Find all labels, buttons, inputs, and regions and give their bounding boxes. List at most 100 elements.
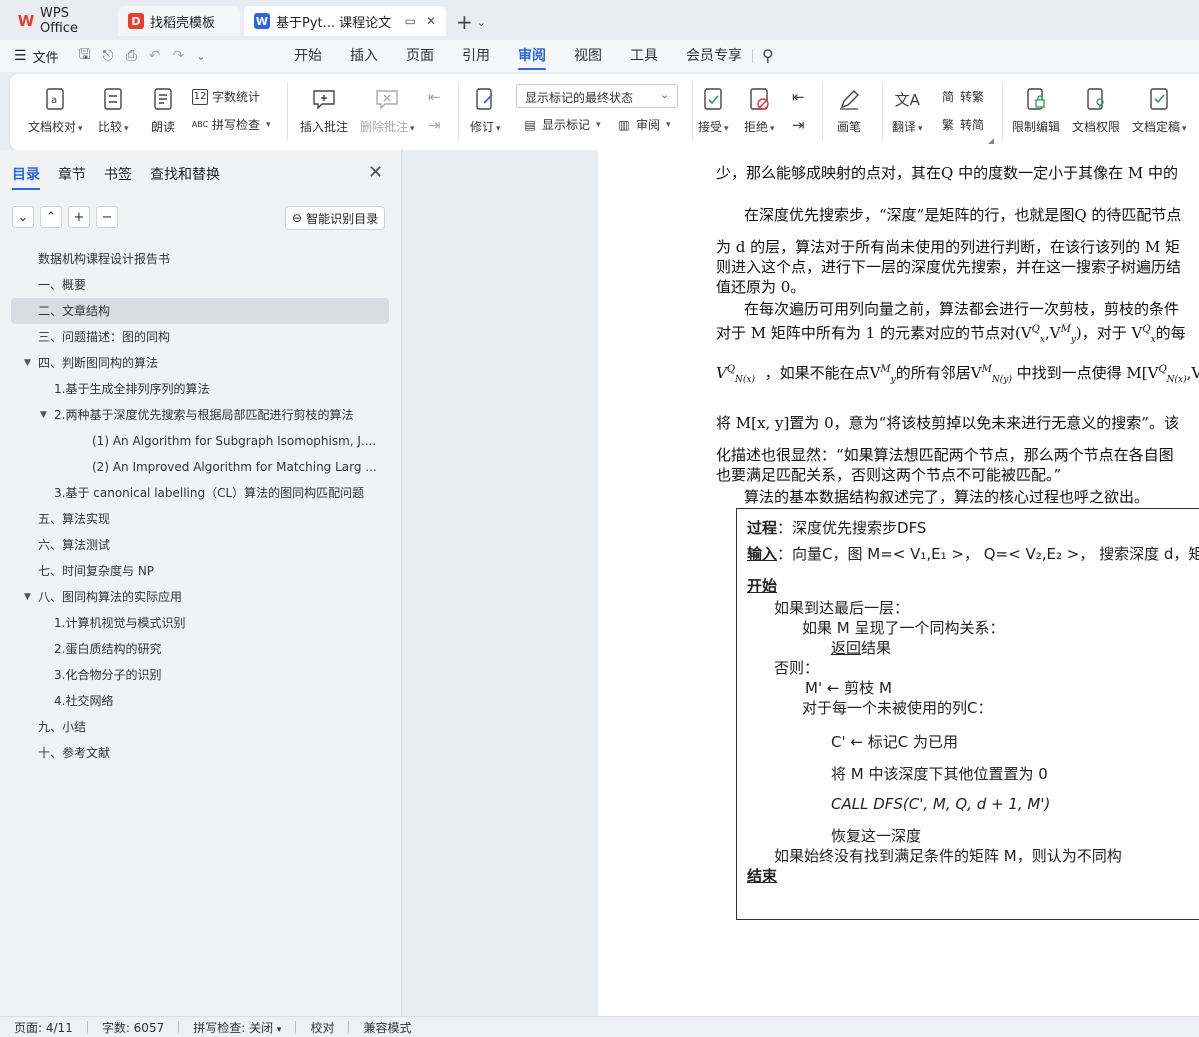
toc-item[interactable]: 数据机构课程设计报告书	[0, 246, 402, 272]
toc-item[interactable]: (1) An Algorithm for Subgraph Isomophism…	[0, 428, 402, 454]
nav-tab-bookmarks[interactable]: 书签	[104, 164, 132, 184]
delete-comment-button[interactable]: 删除批注 ▾	[360, 86, 415, 135]
toc-item[interactable]: 3.基于 canonical labelling（CL）算法的图同构匹配问题	[0, 480, 402, 506]
show-markup-button[interactable]: ▤ 显示标记 ▾	[522, 116, 600, 133]
smart-toc-button[interactable]: ⊖ 智能识别目录	[285, 206, 386, 230]
save-icon[interactable]: 🖫	[79, 44, 91, 68]
toc-list: 数据机构课程设计报告书 一、概要 二、文章结构 三、问题描述：图的同构 ▼ 四、判断图同构…	[0, 246, 402, 766]
more-chevron-icon[interactable]: ⌄	[196, 50, 205, 63]
doc-text: ，如果不能在点V	[764, 364, 881, 382]
tab-insert[interactable]: 插入	[336, 40, 392, 72]
tab-member[interactable]: 会员专享	[672, 40, 756, 72]
ribbon-divider	[692, 82, 693, 140]
tab-document-label: 基于Pyt... 课程论文	[276, 15, 392, 31]
add-heading-button[interactable]: +	[68, 206, 90, 228]
tab-template[interactable]: D 找稻壳模板	[118, 6, 240, 36]
toc-item-label: (1) An Algorithm for Subgraph Isomophism…	[92, 434, 377, 448]
tab-review[interactable]: 审阅	[504, 40, 560, 72]
chevron-down-icon: ⌄	[476, 15, 486, 29]
review-pane-button[interactable]: ▥ 审阅 ▾	[616, 116, 670, 133]
toc-item-label: 3.基于 canonical labelling（CL）算法的图同构匹配问题	[54, 486, 365, 500]
word-count-indicator[interactable]: 字数: 6057	[102, 1019, 164, 1036]
read-aloud-button[interactable]: 朗读	[150, 86, 176, 135]
translate-button[interactable]: 文A 翻译 ▾	[892, 86, 923, 135]
prev-comment-icon[interactable]: ⇤	[428, 88, 441, 106]
nav-tab-find-replace[interactable]: 查找和替换	[150, 164, 220, 184]
menu-divider	[752, 49, 753, 63]
track-changes-icon	[472, 86, 498, 112]
toc-item[interactable]: 2.蛋白质结构的研究	[0, 636, 402, 662]
close-tab-icon[interactable]: ✕	[426, 14, 436, 28]
float-window-icon[interactable]: ▭	[405, 14, 416, 28]
print-preview-icon[interactable]: ⎙	[126, 48, 137, 64]
status-divider	[86, 1021, 88, 1033]
insert-comment-button[interactable]: 插入批注	[300, 86, 348, 135]
toc-item[interactable]: 六、算法测试	[0, 532, 402, 558]
doc-line: 在每次遍历可用列向量之前，算法都会进行一次剪枝，剪枝的条件	[744, 300, 1180, 318]
share-icon[interactable]: ⎋	[103, 48, 114, 64]
expand-arrow-icon[interactable]: ▼	[24, 584, 31, 610]
prev-change-icon[interactable]: ⇤	[792, 88, 805, 106]
toc-item[interactable]: ▼ 四、判断图同构的算法	[0, 350, 402, 376]
spell-check-button[interactable]: ABC 拼写检查 ▾	[192, 116, 271, 133]
tab-page[interactable]: 页面	[392, 40, 448, 72]
remove-heading-button[interactable]: −	[96, 206, 118, 228]
restrict-edit-button[interactable]: 限制编辑	[1012, 86, 1060, 135]
toc-item[interactable]: 五、算法实现	[0, 506, 402, 532]
toc-item[interactable]: 二、文章结构	[11, 298, 389, 324]
toc-item[interactable]: 三、问题描述：图的同构	[0, 324, 402, 350]
tab-references[interactable]: 引用	[448, 40, 504, 72]
toc-item[interactable]: 3.化合物分子的识别	[0, 662, 402, 688]
toc-item[interactable]: 七、时间复杂度与 NP	[0, 558, 402, 584]
expand-arrow-icon[interactable]: ▼	[40, 402, 47, 428]
word-count-button[interactable]: 12 字数统计	[192, 88, 260, 105]
toc-item[interactable]: 4.社交网络	[0, 688, 402, 714]
accept-button[interactable]: 接受 ▾	[698, 86, 729, 135]
tab-wps-office[interactable]: W WPS Office	[8, 6, 116, 36]
menu-hamburger-icon[interactable]: ☰	[14, 48, 27, 64]
to-traditional-button[interactable]: 简 转繁	[940, 88, 984, 105]
toc-item[interactable]: 十、参考文献	[0, 740, 402, 766]
chevron-down-icon: ⌄	[659, 88, 669, 101]
document-page[interactable]: 少，那么能够成映射的点对，其在Q 中的度数一定小于其像在 M 中的 在深度优先搜…	[598, 150, 1199, 1016]
tab-tools[interactable]: 工具	[616, 40, 672, 72]
doc-line: 算法的基本数据结构叙述完了，算法的核心过程也呼之欲出。	[744, 488, 1150, 506]
tab-view[interactable]: 视图	[560, 40, 616, 72]
pen-button[interactable]: 画笔	[836, 86, 862, 135]
compare-button[interactable]: 比较 ▾	[98, 86, 129, 135]
markup-state-select[interactable]: 显示标记的最终状态 ⌄	[516, 84, 678, 108]
expand-arrow-icon[interactable]: ▼	[24, 350, 31, 376]
page-indicator[interactable]: 页面: 4/11	[14, 1019, 73, 1036]
toc-item[interactable]: (2) An Improved Algorithm for Matching L…	[0, 454, 402, 480]
close-icon[interactable]: ✕	[368, 162, 383, 183]
track-changes-button[interactable]: 修订 ▾	[470, 86, 501, 135]
doc-permission-button[interactable]: 文档权限	[1072, 86, 1120, 135]
new-tab-button[interactable]: + ⌄	[456, 10, 486, 34]
doc-finalize-button[interactable]: 文档定稿 ▾	[1132, 86, 1187, 135]
reject-button[interactable]: 拒绝 ▾	[744, 86, 775, 135]
next-comment-icon[interactable]: ⇥	[428, 116, 441, 134]
toc-item[interactable]: ▼ 2.两种基于深度优先搜索与根据局部匹配进行剪枝的算法	[0, 402, 402, 428]
toc-item[interactable]: ▼ 八、图同构算法的实际应用	[0, 584, 402, 610]
toc-item[interactable]: 1.计算机视觉与模式识别	[0, 610, 402, 636]
tab-home[interactable]: 开始	[280, 40, 336, 72]
toc-item[interactable]: 九、小结	[0, 714, 402, 740]
search-icon[interactable]: ⚲	[762, 46, 774, 65]
next-change-icon[interactable]: ⇥	[792, 116, 805, 134]
undo-icon[interactable]: ↶	[149, 48, 161, 64]
to-simplified-button[interactable]: 繁 转简	[940, 116, 984, 133]
nav-tab-chapters[interactable]: 章节	[58, 164, 86, 184]
toc-item[interactable]: 一、概要	[0, 272, 402, 298]
nav-tab-toc[interactable]: 目录	[12, 164, 40, 190]
spell-check-indicator[interactable]: 拼写检查: 关闭 ▾	[193, 1019, 281, 1036]
expand-all-button[interactable]: ⌄	[12, 206, 34, 228]
proof-indicator[interactable]: 校对	[310, 1019, 334, 1036]
dialog-launcher-icon[interactable]: ◢	[988, 136, 994, 145]
status-divider	[295, 1021, 297, 1033]
redo-icon[interactable]: ↷	[173, 48, 185, 64]
toc-item[interactable]: 1.基于生成全排列序列的算法	[0, 376, 402, 402]
doc-proof-button[interactable]: a 文档校对 ▾	[28, 86, 83, 135]
collapse-all-button[interactable]: ⌃	[40, 206, 62, 228]
tab-document[interactable]: W 基于Pyt... 课程论文 ▭ ✕	[244, 6, 446, 36]
file-menu[interactable]: 文件	[33, 47, 59, 66]
